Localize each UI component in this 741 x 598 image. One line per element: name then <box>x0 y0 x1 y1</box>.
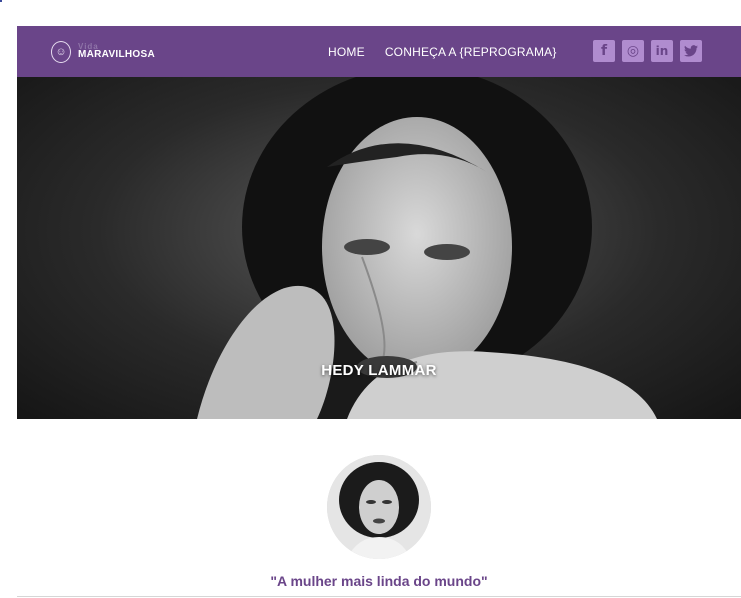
brand-main-text: MARAVILHOSA <box>78 49 156 60</box>
brand-text: Vida MARAVILHOSA <box>78 43 155 60</box>
nav-home-link[interactable]: HOME <box>328 45 365 59</box>
main-menu: HOME CONHEÇA A {REPROGRAMA} <box>328 26 577 77</box>
linkedin-icon[interactable]: in <box>651 40 673 62</box>
avatar-image <box>327 455 431 559</box>
corner-dot <box>0 0 2 2</box>
hero-title: HEDY LAMMAR <box>321 362 437 379</box>
instagram-icon[interactable]: ◎ <box>622 40 644 62</box>
profile-quote: "A mulher mais linda do mundo" <box>270 573 488 589</box>
brand-logo-link[interactable]: ☺ Vida MARAVILHOSA <box>51 40 155 63</box>
profile-avatar <box>327 455 431 559</box>
nav-reprograma-link[interactable]: CONHEÇA A {REPROGRAMA} <box>385 45 557 59</box>
twitter-icon[interactable] <box>680 40 702 62</box>
top-navbar: ☺ Vida MARAVILHOSA HOME CONHEÇA A {REPRO… <box>17 26 741 77</box>
facebook-icon[interactable]: f <box>593 40 615 62</box>
face-logo-icon: ☺ <box>51 40 71 63</box>
section-divider <box>17 596 741 597</box>
social-links: f ◎ in <box>593 40 709 62</box>
hero-banner: HEDY LAMMAR <box>17 77 741 419</box>
